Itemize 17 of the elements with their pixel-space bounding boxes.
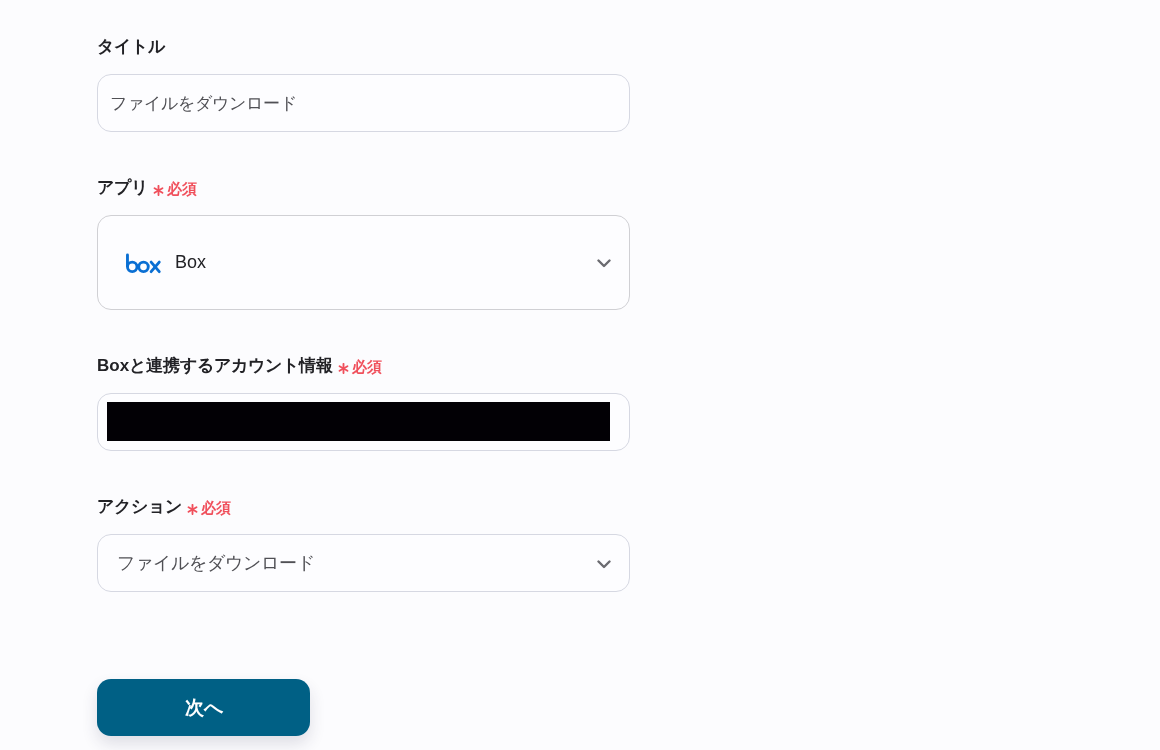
app-logo-icon <box>125 253 162 274</box>
required-label: 必須 <box>352 357 383 377</box>
next-button[interactable]: 次へ <box>97 679 310 736</box>
selected-app: Box <box>175 252 208 273</box>
chevron-down-icon <box>597 559 611 569</box>
app-dropdown[interactable]: Box <box>97 215 630 310</box>
field-label: Boxと連携するアカウント情報 <box>97 355 334 377</box>
required-label: 必須 <box>201 498 231 518</box>
account-field[interactable] <box>97 393 630 451</box>
required-label: 必須 <box>167 179 197 199</box>
chevron-down-icon <box>597 259 611 268</box>
field-label: アプリ <box>97 177 148 199</box>
field-label: アクション <box>97 496 182 518</box>
selected-action: ファイルをダウンロード <box>117 552 316 575</box>
input-field[interactable]: ファイルをダウンロード <box>97 74 630 132</box>
action-dropdown[interactable]: ファイルをダウンロード <box>97 534 630 592</box>
field-label: タイトル <box>97 36 165 58</box>
